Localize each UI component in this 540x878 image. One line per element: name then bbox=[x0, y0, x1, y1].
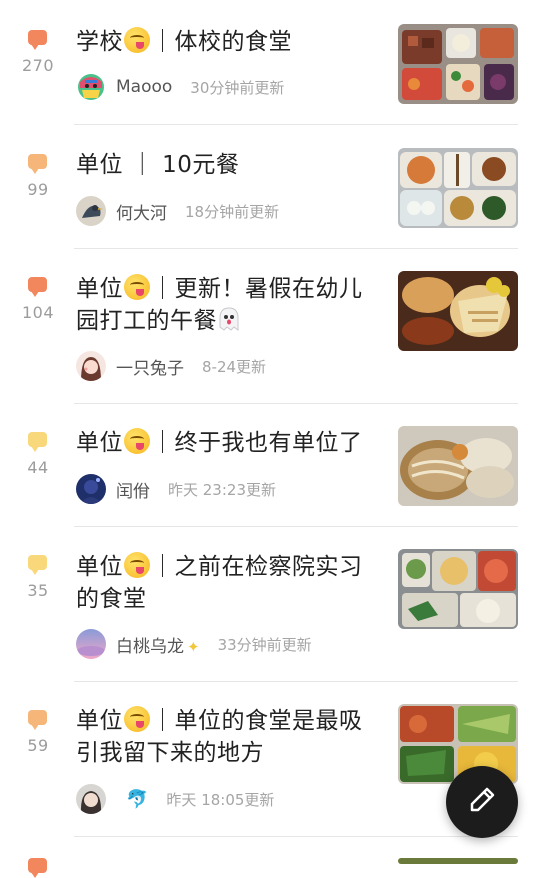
author-name[interactable]: Maooo bbox=[116, 77, 172, 97]
comment-bubble-icon bbox=[28, 30, 47, 50]
update-time: 昨天 23:23更新 bbox=[168, 480, 276, 499]
comment-count: 270 bbox=[21, 56, 55, 75]
post-title[interactable]: 单位 ｜之前在检察院实习的食堂 bbox=[76, 551, 376, 615]
comment-count: 44 bbox=[27, 458, 49, 477]
comment-count: 104 bbox=[21, 303, 55, 322]
divider bbox=[74, 248, 518, 249]
comment-count: 59 bbox=[27, 736, 49, 755]
divider bbox=[74, 526, 518, 527]
divider bbox=[74, 403, 518, 404]
avatar[interactable] bbox=[76, 629, 106, 659]
comment-count: 99 bbox=[27, 180, 49, 199]
post-thumbnail[interactable] bbox=[398, 271, 518, 351]
post-title[interactable]: 单位 ｜更新！暑假在幼儿园打工的午餐 bbox=[76, 273, 376, 337]
comment-bubble-icon bbox=[28, 154, 47, 174]
sparkles-icon: ✦ bbox=[187, 637, 200, 656]
post-title[interactable]: 单位 ｜终于我也有单位了 bbox=[76, 427, 376, 459]
post-meta: 一只兔子 8-24更新 bbox=[76, 351, 266, 381]
yum-emoji-icon bbox=[124, 27, 150, 53]
post-title[interactable]: 学校 ｜体校的食堂 bbox=[76, 26, 376, 58]
yum-emoji-icon bbox=[124, 428, 150, 454]
post-thumbnail[interactable] bbox=[398, 858, 518, 864]
comment-bubble-icon bbox=[28, 710, 47, 730]
author-name[interactable]: 白桃乌龙 ✦ bbox=[116, 632, 200, 657]
update-time: 33分钟前更新 bbox=[217, 635, 312, 654]
post-thumbnail[interactable] bbox=[398, 549, 518, 629]
divider bbox=[74, 681, 518, 682]
avatar[interactable] bbox=[76, 474, 106, 504]
yum-emoji-icon bbox=[124, 274, 150, 300]
post-title[interactable]: 单位 ｜单位的食堂是最吸引我留下来的地方 bbox=[76, 705, 376, 769]
update-time: 18分钟前更新 bbox=[185, 202, 280, 221]
divider bbox=[74, 836, 518, 837]
avatar[interactable] bbox=[76, 784, 106, 814]
comment-count: 35 bbox=[27, 581, 49, 600]
ghost-emoji-icon bbox=[217, 306, 241, 332]
update-time: 昨天 18:05更新 bbox=[166, 790, 275, 809]
divider bbox=[74, 124, 518, 125]
compose-button[interactable] bbox=[446, 766, 518, 838]
yum-emoji-icon bbox=[124, 706, 150, 732]
avatar[interactable] bbox=[76, 196, 106, 226]
comment-bubble-icon bbox=[28, 432, 47, 452]
dolphin-icon: 🐬 bbox=[126, 788, 149, 810]
post-meta: 何大河 18分钟前更新 bbox=[76, 196, 279, 226]
avatar[interactable] bbox=[76, 351, 106, 381]
post-meta: 🐬 昨天 18:05更新 bbox=[76, 784, 274, 814]
post-thumbnail[interactable] bbox=[398, 24, 518, 104]
pen-icon bbox=[468, 786, 496, 818]
comment-bubble-icon bbox=[28, 858, 47, 878]
avatar[interactable] bbox=[76, 72, 106, 102]
post-title[interactable]: 单位 ｜ 10元餐 bbox=[76, 149, 376, 181]
post-meta: Maooo 30分钟前更新 bbox=[76, 72, 284, 102]
post-meta: 闰佾 昨天 23:23更新 bbox=[76, 474, 276, 504]
author-name[interactable]: 何大河 bbox=[116, 199, 167, 224]
yum-emoji-icon bbox=[124, 552, 150, 578]
update-time: 30分钟前更新 bbox=[190, 78, 285, 97]
post-thumbnail[interactable] bbox=[398, 148, 518, 228]
comment-bubble-icon bbox=[28, 555, 47, 575]
update-time: 8-24更新 bbox=[202, 357, 267, 376]
author-name[interactable]: 闰佾 bbox=[116, 477, 150, 502]
author-name[interactable]: 一只兔子 bbox=[116, 354, 184, 379]
post-thumbnail[interactable] bbox=[398, 426, 518, 506]
post-meta: 白桃乌龙 ✦ 33分钟前更新 bbox=[76, 629, 312, 659]
comment-bubble-icon bbox=[28, 277, 47, 297]
